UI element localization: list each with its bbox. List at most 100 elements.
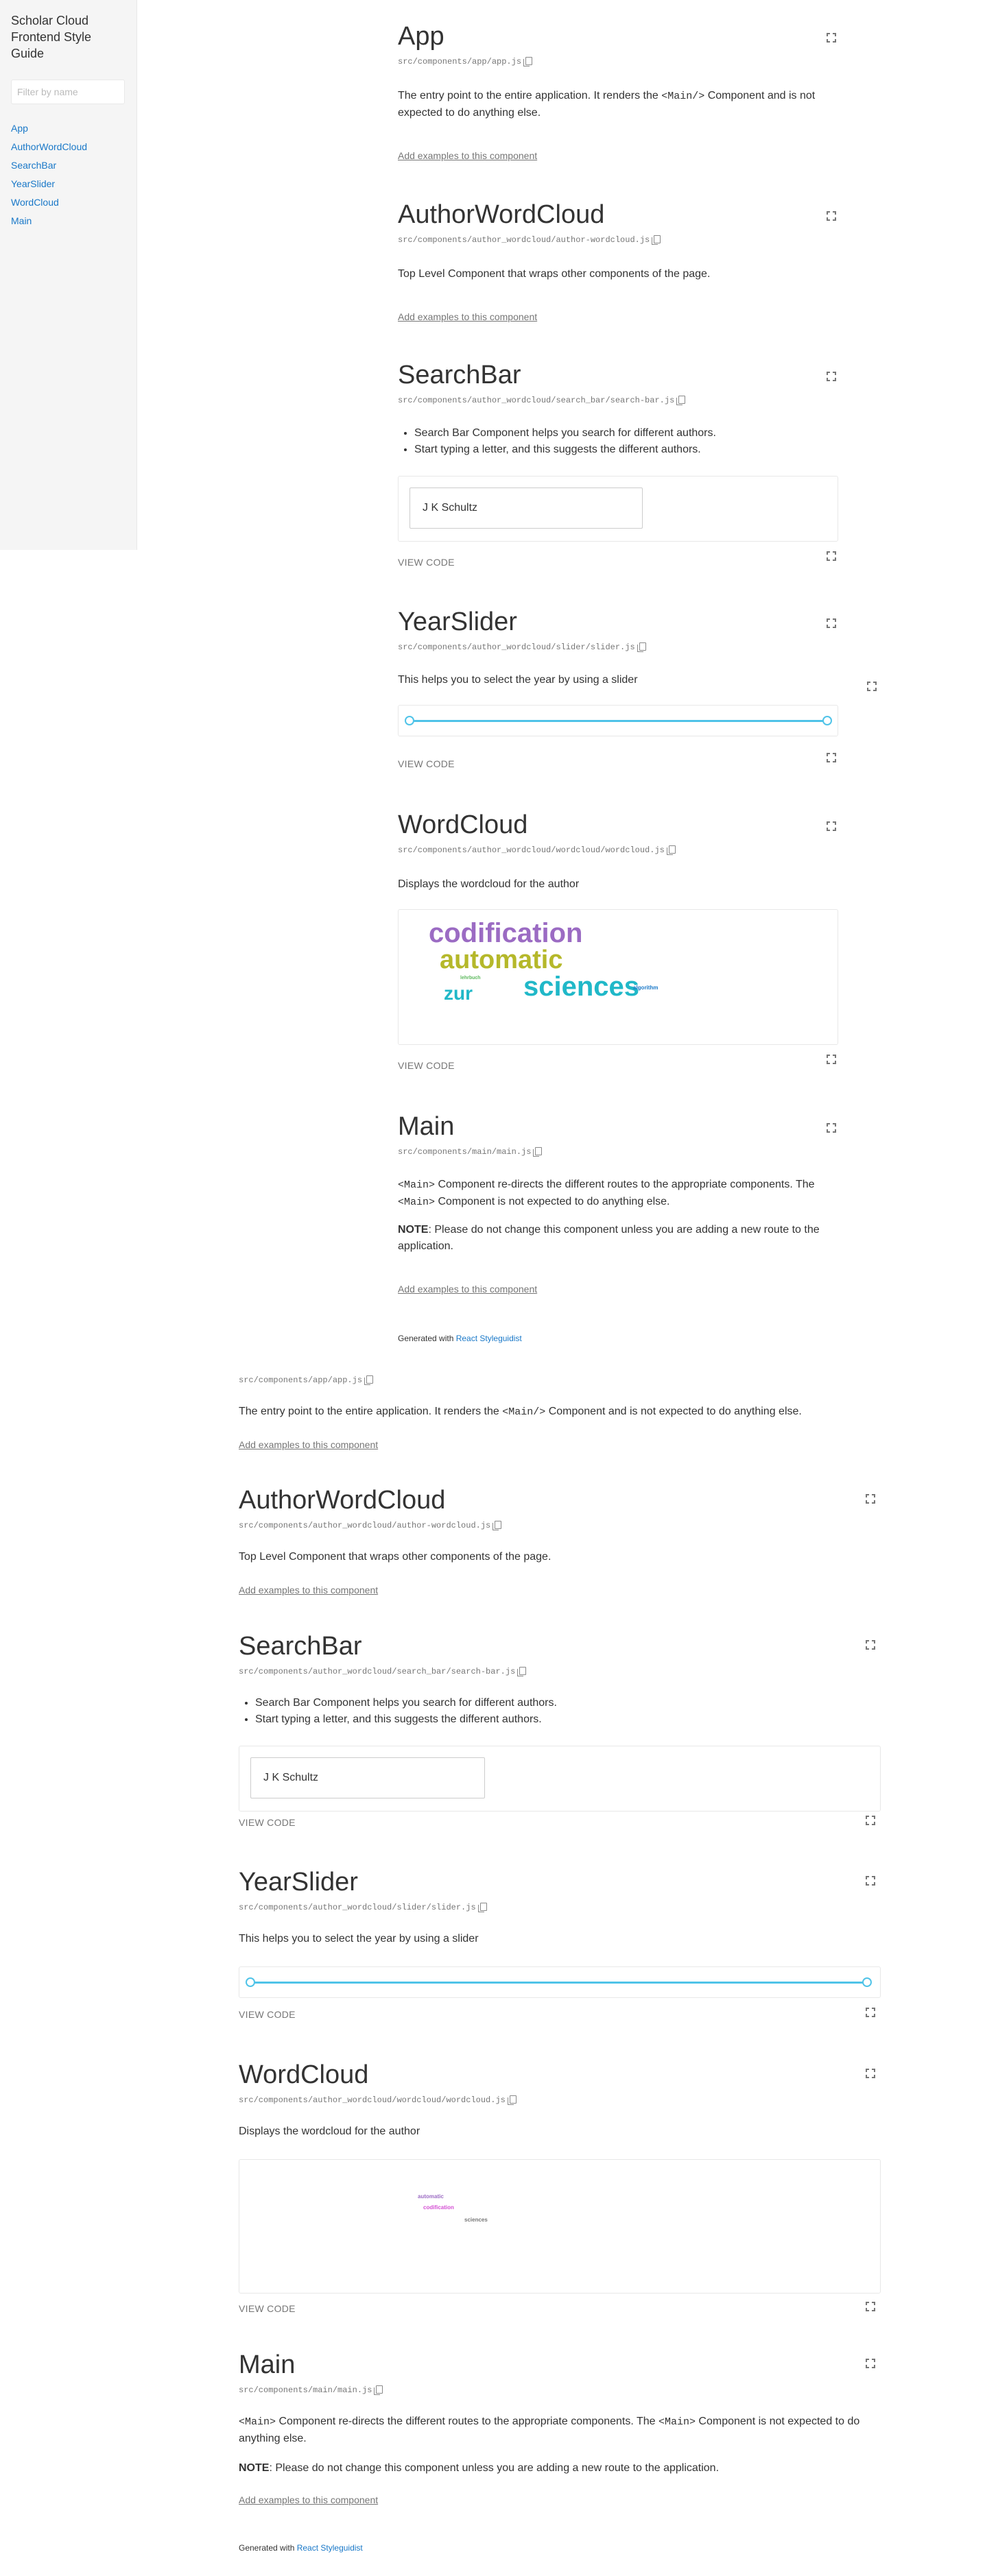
isolate-icon[interactable] bbox=[827, 211, 836, 221]
copy-icon[interactable] bbox=[652, 235, 661, 245]
wordcloud-word: codification bbox=[429, 918, 583, 948]
component-title: Main bbox=[239, 2350, 296, 2379]
isolate-icon[interactable] bbox=[827, 618, 836, 628]
component-path: src/components/author_wordcloud/slider/s… bbox=[398, 642, 646, 653]
copy-icon[interactable] bbox=[666, 845, 676, 855]
sidebar-item-searchbar[interactable]: SearchBar bbox=[11, 160, 56, 171]
component-description: Search Bar Component helps you search fo… bbox=[239, 1695, 881, 1728]
fullscreen-icon[interactable] bbox=[867, 682, 877, 691]
year-slider-track[interactable] bbox=[410, 720, 829, 722]
copy-icon[interactable] bbox=[533, 1147, 543, 1157]
view-code-button[interactable]: VIEW CODE bbox=[398, 1059, 455, 1072]
component-title: AuthorWordCloud bbox=[398, 200, 605, 229]
isolate-icon[interactable] bbox=[866, 2069, 875, 2078]
copy-icon[interactable] bbox=[492, 1521, 502, 1530]
component-description: Search Bar Component helps you search fo… bbox=[398, 425, 837, 458]
sidebar-item-yearslider[interactable]: YearSlider bbox=[11, 178, 55, 189]
sidebar-brand: Scholar Cloud Frontend Style Guide bbox=[11, 14, 92, 60]
add-examples-link[interactable]: Add examples to this component bbox=[398, 149, 537, 162]
view-code-button[interactable]: VIEW CODE bbox=[239, 1816, 296, 1829]
component-path: src/components/author_wordcloud/wordclou… bbox=[239, 2095, 517, 2106]
add-examples-link[interactable]: Add examples to this component bbox=[239, 2493, 378, 2507]
view-code-button[interactable]: VIEW CODE bbox=[239, 2008, 296, 2021]
sidebar-item-main[interactable]: Main bbox=[11, 215, 32, 226]
isolate-icon[interactable] bbox=[827, 33, 836, 43]
component-description: This helps you to select the year by usi… bbox=[398, 674, 638, 686]
styleguidist-link[interactable]: React Styleguidist bbox=[297, 2543, 363, 2553]
search-input[interactable] bbox=[250, 1757, 485, 1798]
wordcloud-word: codification bbox=[423, 2204, 454, 2211]
wordcloud-word: automatic bbox=[418, 2193, 444, 2200]
footer: Generated with React Styleguidist bbox=[398, 1334, 522, 1343]
year-slider-min-handle[interactable] bbox=[405, 716, 414, 725]
isolate-example-icon[interactable] bbox=[866, 2008, 875, 2017]
view-code-button[interactable]: VIEW CODE bbox=[239, 2302, 296, 2315]
description-bullet: Start typing a letter, and this suggests… bbox=[414, 442, 837, 458]
copy-icon[interactable] bbox=[517, 1667, 527, 1676]
component-title: Main bbox=[398, 1112, 455, 1141]
sidebar-item-app[interactable]: App bbox=[11, 123, 28, 134]
search-input[interactable] bbox=[410, 487, 643, 529]
isolate-icon[interactable] bbox=[866, 2359, 875, 2368]
wordcloud-word: lehrbuch bbox=[460, 976, 481, 980]
component-path: src/components/author_wordcloud/search_b… bbox=[398, 395, 686, 406]
copy-icon[interactable] bbox=[374, 2385, 383, 2395]
copy-icon[interactable] bbox=[523, 57, 533, 67]
year-slider-track[interactable] bbox=[250, 1982, 868, 1984]
component-preview: codification automatic sciences zur lehr… bbox=[398, 909, 838, 1045]
copy-icon[interactable] bbox=[507, 2095, 517, 2105]
component-title: SearchBar bbox=[398, 361, 521, 389]
wordcloud-word: zur bbox=[444, 983, 473, 1004]
view-code-button[interactable]: VIEW CODE bbox=[398, 555, 455, 569]
component-path: src/components/author_wordcloud/search_b… bbox=[239, 1666, 527, 1677]
component-description: Top Level Component that wraps other com… bbox=[239, 1551, 551, 1563]
isolate-example-icon[interactable] bbox=[827, 753, 836, 762]
copy-icon[interactable] bbox=[637, 642, 646, 652]
isolate-example-icon[interactable] bbox=[866, 2302, 875, 2311]
isolate-icon[interactable] bbox=[866, 1640, 875, 1650]
sidebar-item-authorwordcloud[interactable]: AuthorWordCloud bbox=[11, 141, 87, 152]
component-path: src/components/author_wordcloud/author-w… bbox=[398, 234, 661, 245]
add-examples-link[interactable]: Add examples to this component bbox=[239, 1583, 378, 1597]
add-examples-link[interactable]: Add examples to this component bbox=[398, 1282, 537, 1296]
component-description: Displays the wordcloud for the author bbox=[398, 878, 580, 890]
year-slider-max-handle[interactable] bbox=[862, 1977, 872, 1987]
component-path: src/components/app/app.js bbox=[239, 1375, 374, 1386]
copy-icon[interactable] bbox=[676, 396, 686, 405]
copy-icon[interactable] bbox=[364, 1375, 374, 1385]
add-examples-link[interactable]: Add examples to this component bbox=[398, 310, 537, 324]
sidebar-item-wordcloud[interactable]: WordCloud bbox=[11, 197, 59, 208]
isolate-icon[interactable] bbox=[827, 1123, 836, 1133]
isolate-icon[interactable] bbox=[866, 1494, 875, 1504]
component-description: The entry point to the entire applicatio… bbox=[398, 90, 816, 119]
isolate-example-icon[interactable] bbox=[866, 1816, 875, 1825]
filter-input[interactable] bbox=[11, 80, 125, 104]
add-examples-link[interactable]: Add examples to this component bbox=[239, 1438, 378, 1452]
component-path: src/components/main/main.js bbox=[239, 2385, 383, 2396]
copy-icon[interactable] bbox=[477, 1903, 487, 1912]
component-description: Top Level Component that wraps other com… bbox=[398, 268, 711, 280]
sidebar: Scholar Cloud Frontend Style Guide App A… bbox=[0, 0, 137, 550]
component-path: src/components/author_wordcloud/wordclou… bbox=[398, 845, 676, 856]
sidebar-nav: App AuthorWordCloud SearchBar YearSlider… bbox=[11, 119, 87, 230]
component-title: App bbox=[398, 22, 444, 51]
isolate-example-icon[interactable] bbox=[827, 551, 836, 561]
isolate-example-icon[interactable] bbox=[827, 1055, 836, 1064]
component-path: src/components/app/app.js bbox=[398, 56, 533, 67]
component-preview bbox=[398, 476, 838, 542]
component-title: WordCloud bbox=[398, 810, 528, 839]
component-title: YearSlider bbox=[398, 607, 517, 636]
component-preview bbox=[239, 1966, 881, 1998]
component-path: src/components/author_wordcloud/author-w… bbox=[239, 1520, 502, 1531]
isolate-icon[interactable] bbox=[827, 372, 836, 381]
isolate-icon[interactable] bbox=[866, 1876, 875, 1886]
component-description: This helps you to select the year by usi… bbox=[239, 1933, 479, 1945]
component-preview bbox=[239, 1746, 881, 1811]
wordcloud-word: automatic bbox=[440, 946, 563, 974]
description-bullet: Search Bar Component helps you search fo… bbox=[255, 1695, 881, 1711]
view-code-button[interactable]: VIEW CODE bbox=[398, 757, 455, 771]
isolate-icon[interactable] bbox=[827, 821, 836, 831]
styleguidist-link[interactable]: React Styleguidist bbox=[456, 1334, 522, 1343]
year-slider-max-handle[interactable] bbox=[822, 716, 832, 725]
year-slider-min-handle[interactable] bbox=[246, 1977, 255, 1987]
